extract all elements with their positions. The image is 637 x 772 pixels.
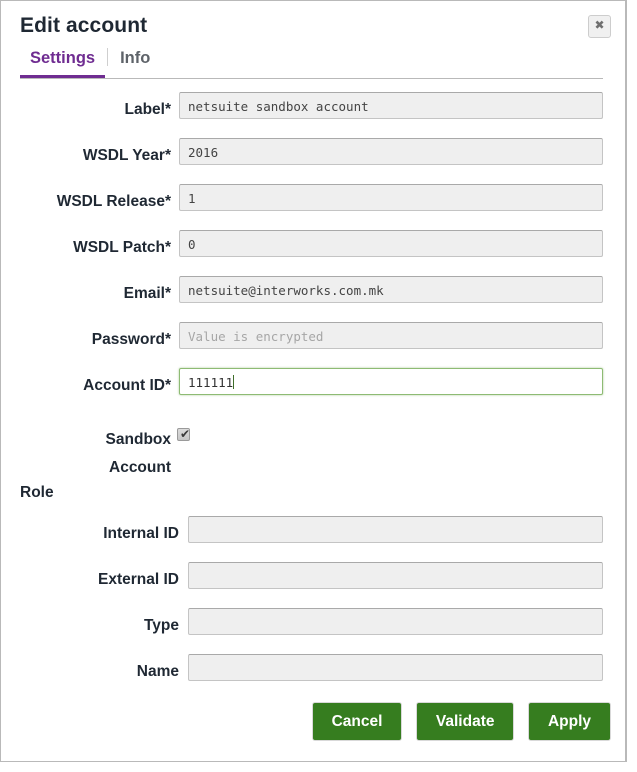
wsdl-year-input[interactable]: 2016 <box>179 138 603 165</box>
wsdl-release-label: WSDL Release* <box>56 193 171 210</box>
close-icon[interactable]: ✖ <box>588 15 611 38</box>
field-row-name: Name <box>1 652 625 698</box>
tab-divider <box>107 48 109 66</box>
name-input[interactable] <box>188 654 603 681</box>
wsdl-year-label: WSDL Year* <box>82 147 171 164</box>
wsdl-patch-label: WSDL Patch* <box>73 239 171 256</box>
text-caret <box>233 375 235 389</box>
role-section-title: Role <box>20 484 54 501</box>
tab-settings[interactable]: Settings <box>20 47 106 78</box>
field-row-password: Password* Value is encrypted <box>1 320 625 366</box>
label-label: Label* <box>124 101 171 118</box>
page-title: Edit account <box>20 14 148 37</box>
field-row-type: Type <box>1 606 625 652</box>
email-label: Email* <box>123 285 171 302</box>
field-row-wsdl-release: WSDL Release* 1 <box>1 182 625 228</box>
internal-id-input[interactable] <box>188 516 603 543</box>
field-row-email: Email* netsuite@interworks.com.mk <box>1 274 625 320</box>
cancel-button[interactable]: Cancel <box>311 702 403 741</box>
email-field[interactable]: netsuite@interworks.com.mk <box>179 276 603 303</box>
edit-account-dialog: Edit account ✖ Settings Info Label* netsu… <box>0 0 627 762</box>
field-row-internal-id: Internal ID <box>1 514 625 560</box>
type-input[interactable] <box>188 608 603 635</box>
tab-info[interactable]: Info <box>110 47 160 75</box>
account-id-value: 111111 <box>188 375 234 390</box>
password-field[interactable]: Value is encrypted <box>179 322 603 349</box>
wsdl-release-input[interactable]: 1 <box>179 184 603 211</box>
name-label: Name <box>136 663 179 680</box>
settings-form: Label* netsuite sandbox account WSDL Yea… <box>1 78 625 698</box>
field-row-account-id: Account ID* 111111 <box>1 366 625 412</box>
role-section-header: Role <box>1 478 625 514</box>
field-row-sandbox-account: Sandbox Account ✔ <box>1 412 625 478</box>
wsdl-patch-input[interactable]: 0 <box>179 230 603 257</box>
external-id-label: External ID <box>98 571 179 588</box>
dialog-footer: Cancel Validate Apply <box>1 702 625 748</box>
password-label: Password* <box>91 331 171 348</box>
field-row-wsdl-patch: WSDL Patch* 0 <box>1 228 625 274</box>
account-id-input[interactable]: 111111 <box>179 368 603 395</box>
internal-id-label: Internal ID <box>103 525 179 542</box>
sandbox-account-label: Sandbox Account <box>1 426 171 482</box>
sandbox-account-checkbox[interactable]: ✔ <box>177 427 191 441</box>
field-row-label: Label* netsuite sandbox account <box>1 90 625 136</box>
sandbox-account-label-line1: Sandbox <box>105 431 171 448</box>
apply-button[interactable]: Apply <box>527 702 611 741</box>
validate-button[interactable]: Validate <box>415 702 515 741</box>
dialog-header: Edit account ✖ <box>1 1 625 47</box>
field-row-external-id: External ID <box>1 560 625 606</box>
field-row-wsdl-year: WSDL Year* 2016 <box>1 136 625 182</box>
account-id-label: Account ID* <box>83 377 171 394</box>
external-id-input[interactable] <box>188 562 603 589</box>
label-input[interactable]: netsuite sandbox account <box>179 92 603 119</box>
checkmark-icon: ✔ <box>180 427 191 441</box>
type-label: Type <box>143 617 179 634</box>
tab-list: Settings Info <box>20 47 613 78</box>
